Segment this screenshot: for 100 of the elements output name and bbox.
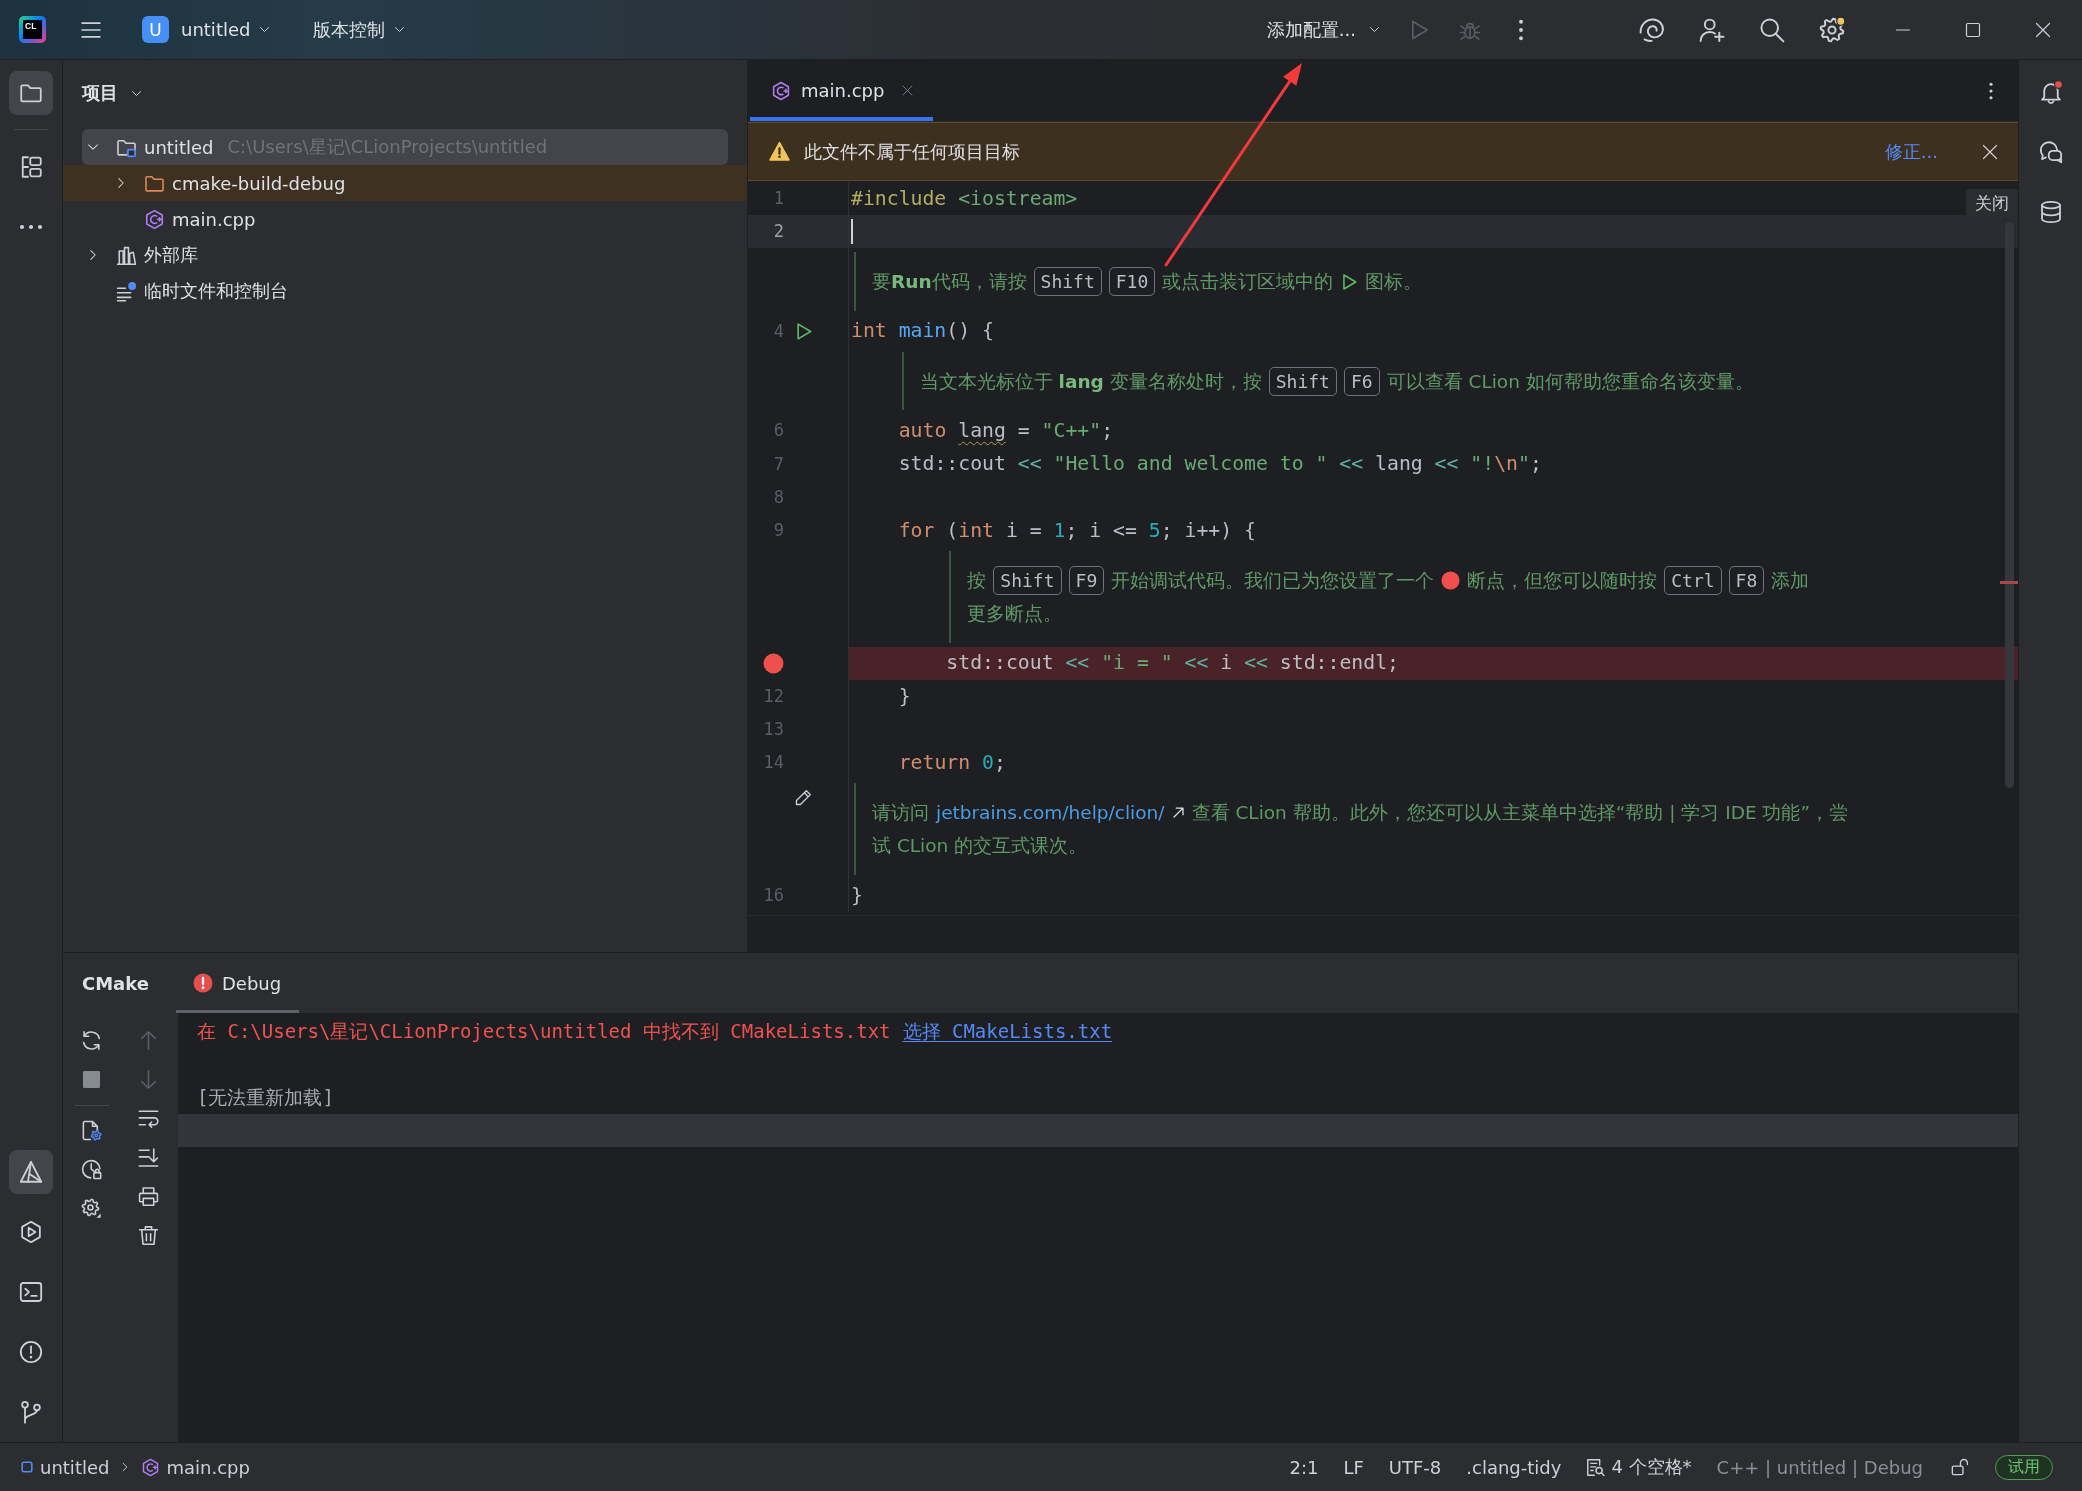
vcs-menu[interactable]: 版本控制 [313,17,386,42]
banner-message: 此文件不属于任何项目目标 [804,139,1020,164]
doc-text: 按 [967,568,987,593]
line-number: 6 [773,422,784,440]
status-item[interactable]: LF [1343,1456,1364,1478]
scroll-down-icon[interactable] [138,1147,159,1168]
doc-text: 开始调试代码。我们已为您设置了一个 [1111,568,1435,593]
breakpoint-icon[interactable] [763,652,784,674]
file-settings-icon[interactable] [81,1120,102,1141]
line-number: 14 [763,754,784,772]
doc-text: 可以查看 CLion 如何帮助您重命名该变量。 [1386,369,1754,394]
square-icon [20,1460,34,1474]
text-cursor [851,219,853,245]
close-icon[interactable] [902,85,914,96]
keyboard-key: Ctrl [1664,565,1722,595]
cpp-file-icon [771,80,791,101]
books-icon [116,244,137,266]
tree-item[interactable]: 外部库 [82,237,728,273]
padlock-icon[interactable] [1951,1458,1969,1476]
terminal-icon[interactable] [19,1280,43,1304]
code-line: return 0; [898,750,1006,775]
trash-icon[interactable] [138,1225,159,1246]
doc-text: 查看 CLion 帮助。此外，您还可以从主菜单中选择“帮助 | 学习 IDE 功能”，尝 [1191,801,1849,826]
indent-setting[interactable]: 4 个空格* [1611,1455,1692,1479]
wrap-icon[interactable] [138,1108,159,1129]
cpp-file-icon [144,208,165,230]
keyboard-key: F10 [1108,267,1156,297]
keyboard-key: Shift [1033,267,1102,297]
close-icon[interactable] [2035,21,2051,38]
panel-title[interactable]: 项目 [82,81,118,105]
context-selector[interactable]: C++ | untitled | Debug [1716,1456,1923,1478]
line-number: 16 [763,887,784,905]
panel-title: CMake [82,971,149,996]
line-number: 8 [773,488,784,506]
doc-text: 或点击装订区域中的 [1162,270,1334,295]
line-number: 7 [773,455,784,473]
external-link-icon [1171,806,1185,820]
fix-link[interactable]: 修正... [1884,139,1938,164]
keyboard-key: Shift [993,565,1062,595]
line-number: 9 [773,521,784,539]
scrollbar[interactable] [2005,222,2014,788]
doc-text: 添加 [1771,568,1810,593]
tooltip: 关闭 [1966,189,2018,218]
add-user-icon[interactable] [1699,16,1725,43]
breadcrumb[interactable]: main.cpp [166,1456,250,1478]
settings-icon[interactable] [81,1198,102,1219]
code-line: #include <iostream> [851,186,1078,211]
spiral-icon[interactable] [1639,16,1665,43]
list-icon [116,280,137,302]
line-number: 12 [763,687,784,705]
keyboard-key: F6 [1343,366,1380,396]
app-logo[interactable]: CL [19,16,46,43]
structure-icon[interactable] [19,155,43,179]
run-config-selector[interactable]: 添加配置... [1266,17,1356,42]
printer-icon[interactable] [138,1186,159,1207]
keyboard-key: F8 [1728,565,1765,595]
code-line: for (int i = 1; i <= 5; i++) { [898,518,1256,543]
close-icon[interactable] [1982,143,1998,160]
doc-text: 当文本光标位于 lang 变量名称处时，按 [919,369,1262,394]
line-number: 13 [763,721,784,739]
warning-icon [769,141,790,162]
error-message: 在 C:\Users\星记\CLionProjects\untitled 中找不到 CMakeLists.txt [197,1018,891,1044]
tree-item[interactable]: main.cpp [82,201,728,237]
search-icon[interactable] [1759,16,1785,43]
select-file-link[interactable]: 选择 CMakeLists.txt [902,1018,1113,1045]
code-line: std::cout << "i = " << i << std::endl; [946,651,1399,676]
doc-text: 请访问 [872,801,929,826]
code-line: } [898,684,911,709]
code-line: int main() { [851,319,994,344]
alert-icon[interactable] [19,1340,43,1364]
line-number: 2 [773,223,784,241]
keyboard-key: F9 [1068,565,1105,595]
license-indicator[interactable]: 试用 [1995,1454,2053,1480]
project-name[interactable]: untitled [181,19,251,40]
status-item[interactable]: 2:1 [1289,1456,1319,1478]
code-line: std::cout << "Hello and welcome to " << lang << "!\n"; [898,452,1542,476]
help-link[interactable]: jetbrains.com/help/clion/ [936,802,1165,824]
doc-text: 更多断点。 [967,601,1063,626]
reload-icon[interactable] [81,1030,102,1051]
folder-icon[interactable] [9,71,53,115]
keyboard-key: Shift [1268,366,1337,396]
chat-icon[interactable] [2038,140,2063,164]
doc-text: 断点，但您可以随时按 [1467,568,1658,593]
settings-icon[interactable] [1819,16,1845,43]
maximize-icon[interactable] [1965,21,1981,38]
document-search-icon[interactable] [1586,1457,1606,1477]
bell-icon[interactable] [2038,80,2063,104]
clock-lock-icon[interactable] [81,1159,102,1180]
database-icon[interactable] [2038,200,2063,224]
branch-icon[interactable] [19,1400,43,1424]
status-item[interactable]: .clang-tidy [1466,1456,1562,1478]
tree-item[interactable]: 临时文件和控制台 [82,273,728,309]
pencil-icon[interactable] [794,789,812,808]
error-icon [192,973,213,993]
breakpoint-icon [1441,570,1461,590]
breadcrumb[interactable]: untitled [40,1456,110,1478]
status-item[interactable]: UTF-8 [1388,1456,1442,1478]
play-icon[interactable] [19,1220,43,1244]
code-line: auto lang = "C++"; [898,419,1114,443]
code-line: } [851,883,863,908]
